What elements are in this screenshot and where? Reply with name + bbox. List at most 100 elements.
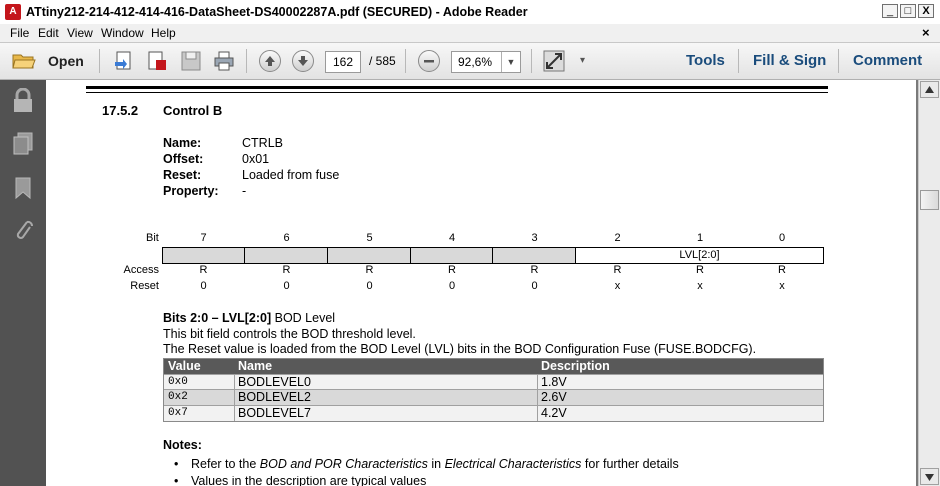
reset-value: 0 — [200, 280, 207, 292]
register-bit-reserved — [163, 248, 245, 263]
vertical-scrollbar[interactable] — [918, 80, 940, 486]
save-icon[interactable] — [180, 50, 202, 72]
menu-view[interactable]: View — [67, 26, 93, 40]
export-pdf-icon[interactable] — [146, 50, 168, 72]
register-reset-label: Reset — [130, 280, 159, 292]
section-title: Control B — [163, 103, 223, 118]
close-button[interactable]: X — [918, 4, 934, 18]
reset-value: 0 — [366, 280, 373, 292]
note-1-text: in — [427, 457, 445, 471]
reset-value: x — [779, 280, 785, 292]
menu-bar: File Edit View Window Help × — [0, 24, 940, 43]
table-cell-value: 0x7 — [168, 407, 188, 419]
bookmark-icon[interactable] — [14, 176, 32, 200]
zoom-out-button[interactable] — [418, 50, 440, 72]
register-field-lvl: LVL[2:0] — [679, 249, 720, 261]
bit-number: 4 — [448, 232, 456, 244]
arrow-up-icon — [265, 56, 275, 66]
note-bullet: • — [174, 476, 179, 486]
zoom-dropdown-icon[interactable]: ▼ — [501, 52, 520, 72]
fill-sign-pane-link[interactable]: Fill & Sign — [753, 52, 826, 69]
table-cell-name: BODLEVEL7 — [238, 406, 311, 420]
title-bar: A ATtiny212-214-412-414-416-DataSheet-DS… — [0, 0, 940, 25]
scroll-down-button[interactable] — [920, 468, 939, 485]
menu-window[interactable]: Window — [101, 26, 144, 40]
access-value: R — [448, 264, 456, 276]
table-cell-description: 2.6V — [541, 390, 567, 404]
note-bullet: • — [174, 457, 179, 471]
fit-page-icon[interactable] — [543, 50, 565, 72]
note-1-text: for further details — [581, 457, 679, 471]
access-value: R — [530, 264, 539, 276]
bit-number: 6 — [283, 232, 290, 244]
register-access-label: Access — [123, 264, 159, 276]
lock-icon[interactable] — [12, 88, 34, 114]
toolbar-separator — [738, 49, 739, 73]
bit-number: 7 — [200, 232, 207, 244]
previous-page-button[interactable] — [259, 50, 281, 72]
bits-heading: Bits 2:0 – LVL[2:0] BOD Level — [163, 311, 335, 325]
zoom-input[interactable]: 92,6% ▼ — [451, 51, 521, 73]
bits-description-1: This bit field controls the BOD threshol… — [163, 327, 416, 341]
reset-value: 0 — [448, 280, 456, 292]
note-2: Values in the description are typical va… — [191, 476, 427, 486]
header-description: Description — [541, 359, 610, 373]
page-header-rule — [86, 86, 828, 89]
note-1-text: Refer to the — [191, 457, 260, 471]
prop-label-reset: Reset: — [163, 168, 202, 182]
chevron-down-icon — [925, 474, 934, 481]
bits-heading-title: Bits 2:0 – LVL[2:0] — [163, 311, 272, 325]
prop-label-offset: Offset: — [163, 152, 204, 166]
bits-heading-desc: BOD Level — [274, 311, 336, 325]
register-row: LVL[2:0] — [162, 247, 824, 264]
bit-number: 0 — [778, 232, 786, 244]
register-bit-reserved — [493, 248, 576, 263]
bit-number: 2 — [614, 232, 621, 244]
menu-edit[interactable]: Edit — [38, 26, 59, 40]
bit-number: 5 — [366, 232, 373, 244]
table-cell-name: BODLEVEL2 — [238, 390, 311, 404]
chevron-up-icon — [925, 86, 934, 93]
prop-label-name: Name: — [163, 136, 202, 150]
page-total: / 585 — [369, 54, 396, 68]
value-table: Value Name Description 0x0 BODLEVEL0 1.8… — [163, 358, 824, 422]
paperclip-icon[interactable] — [12, 218, 34, 244]
open-button[interactable]: Open — [6, 47, 86, 75]
register-bit-reserved — [328, 248, 411, 263]
menu-help[interactable]: Help — [151, 26, 176, 40]
page-number-input[interactable]: 162 — [325, 51, 361, 73]
create-pdf-icon[interactable] — [113, 50, 135, 72]
left-navigation-pane — [0, 80, 46, 486]
note-1-link-bod-por[interactable]: BOD and POR Characteristics — [260, 457, 428, 471]
scroll-up-button[interactable] — [920, 81, 939, 98]
toolbar-separator — [838, 49, 839, 73]
print-icon[interactable] — [213, 50, 235, 72]
page-header-rule-thin — [86, 92, 828, 93]
minimize-button[interactable]: _ — [882, 4, 898, 18]
pages-icon[interactable] — [12, 132, 34, 156]
access-value: R — [613, 264, 622, 276]
access-value: R — [282, 264, 291, 276]
table-cell-value: 0x0 — [168, 376, 188, 388]
pdf-page: 17.5.2 Control B Name: CTRLB Offset: 0x0… — [46, 80, 916, 486]
comment-pane-link[interactable]: Comment — [853, 52, 922, 69]
toolbar-more-icon[interactable]: ▾ — [580, 55, 585, 66]
reset-value: x — [697, 280, 703, 292]
table-cell-value: 0x2 — [168, 391, 188, 403]
prop-label-property: Property: — [163, 184, 219, 198]
reset-value: 0 — [283, 280, 290, 292]
scrollbar-thumb[interactable] — [920, 190, 939, 210]
document-close-icon[interactable]: × — [922, 25, 930, 40]
minus-icon — [424, 60, 434, 63]
next-page-button[interactable] — [292, 50, 314, 72]
arrow-down-icon — [298, 56, 308, 66]
notes-heading: Notes: — [163, 438, 202, 452]
menu-file[interactable]: File — [10, 26, 29, 40]
value-table-header: Value Name Description — [164, 359, 823, 374]
access-value: R — [778, 264, 786, 276]
tools-pane-link[interactable]: Tools — [686, 52, 725, 69]
note-1-link-electrical[interactable]: Electrical Characteristics — [445, 457, 582, 471]
prop-value-property: - — [242, 184, 247, 198]
bit-number: 3 — [531, 232, 538, 244]
maximize-button[interactable]: □ — [900, 4, 916, 18]
